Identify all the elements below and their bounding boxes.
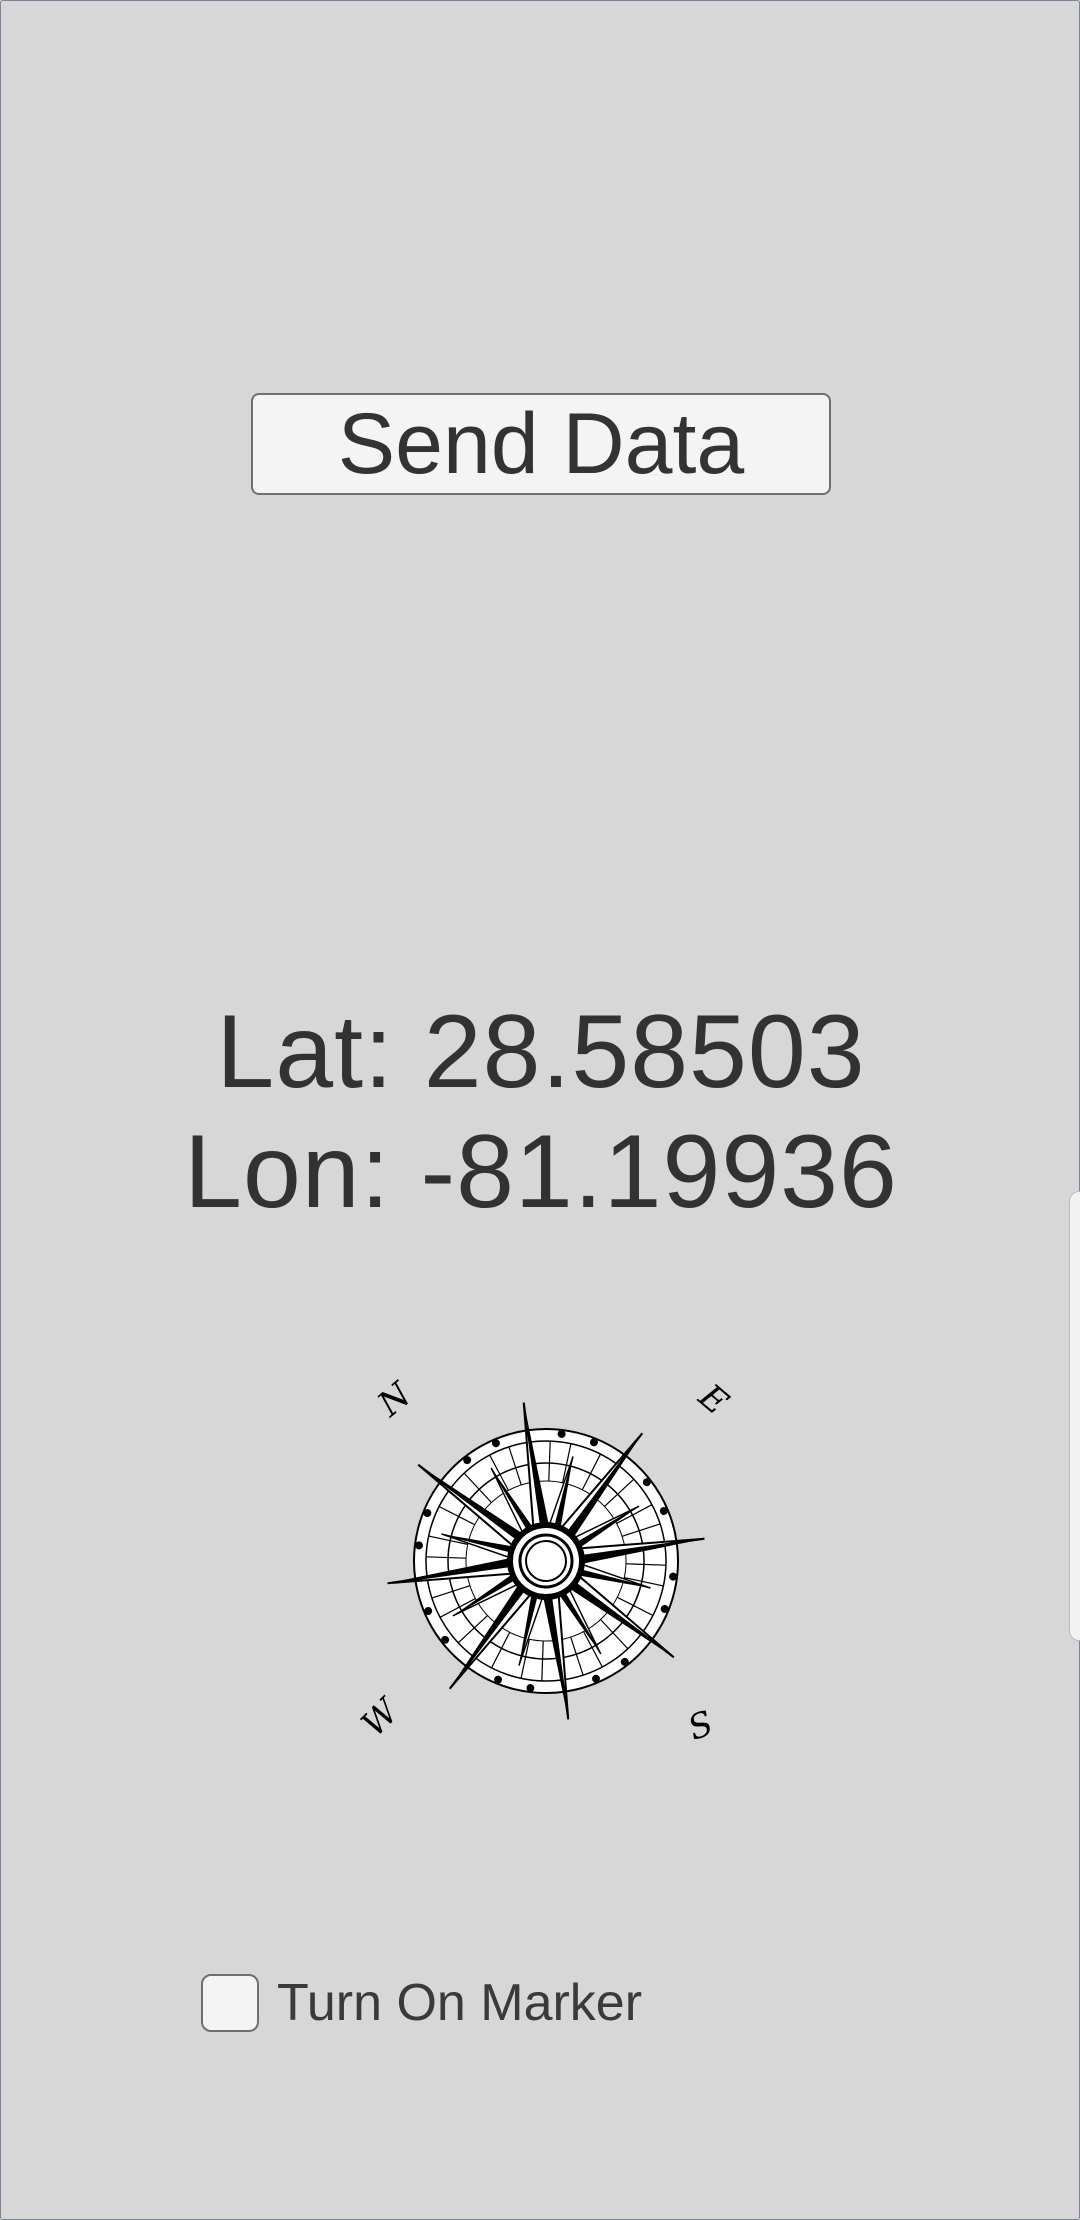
compass-east-label: E	[690, 1376, 736, 1423]
send-data-button[interactable]: Send Data	[251, 393, 831, 495]
compass-west-label: W	[354, 1690, 409, 1745]
lon-label: Lon:	[184, 1114, 391, 1230]
compass-south-label: S	[683, 1703, 719, 1749]
marker-label: Turn On Marker	[277, 1974, 643, 2032]
lon-value: -81.19936	[420, 1114, 898, 1230]
longitude-readout: Lon: -81.19936	[1, 1113, 1080, 1231]
lat-value: 28.58503	[423, 994, 866, 1110]
edge-panel-handle[interactable]	[1069, 1191, 1080, 1641]
marker-toggle[interactable]: Turn On Marker	[201, 1971, 642, 2035]
marker-checkbox[interactable]	[201, 1974, 259, 2032]
lat-label: Lat:	[216, 994, 394, 1110]
compass-rose-icon: N E S W	[354, 1374, 736, 1749]
compass-north-label: N	[370, 1374, 420, 1425]
latitude-readout: Lat: 28.58503	[1, 993, 1080, 1111]
app-screen: Send Data Lat: 28.58503 Lon: -81.19936 N…	[0, 0, 1080, 2220]
